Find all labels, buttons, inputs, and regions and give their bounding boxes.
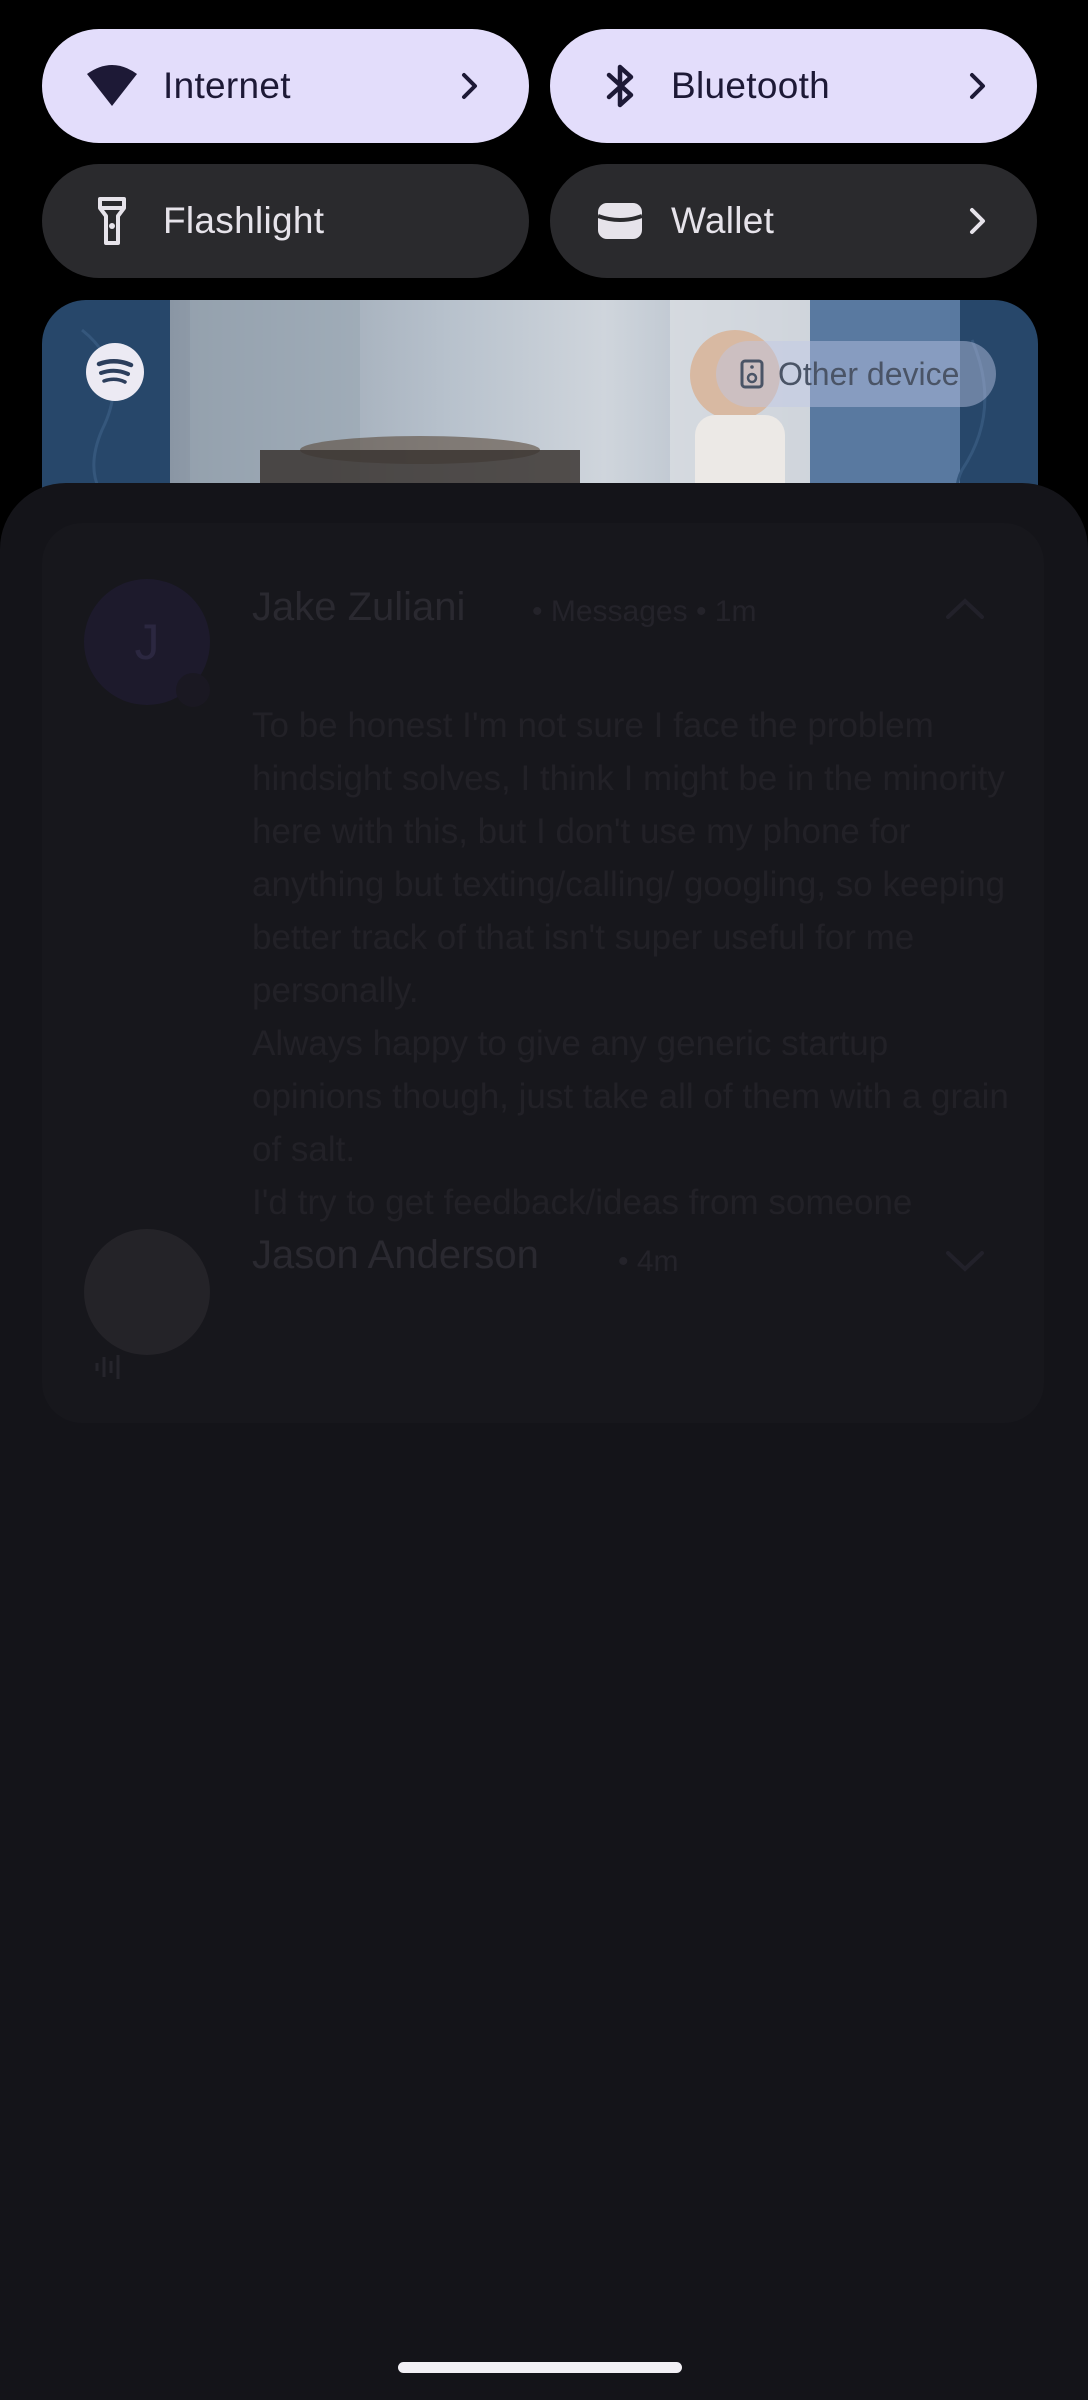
flashlight-icon xyxy=(84,193,140,249)
wallet-icon xyxy=(592,193,648,249)
speaker-icon xyxy=(740,359,764,389)
chevron-up-icon[interactable] xyxy=(942,593,988,623)
internet-label: Internet xyxy=(163,65,291,106)
notification-time: 4m xyxy=(636,1245,679,1278)
flashlight-label: Flashlight xyxy=(163,200,325,241)
messages-app-badge-icon xyxy=(176,673,210,707)
wifi-icon xyxy=(84,58,140,114)
output-device-label: Other device xyxy=(778,355,960,392)
avatar-letter: J xyxy=(134,614,160,670)
spotify-icon xyxy=(86,343,144,401)
chevron-right-icon[interactable] xyxy=(455,66,485,106)
flashlight-tile[interactable]: Flashlight xyxy=(42,164,529,278)
notification-time: 1m xyxy=(714,595,757,628)
internet-tile[interactable]: Internet xyxy=(42,29,529,143)
avatar xyxy=(84,1229,210,1355)
bluetooth-icon xyxy=(592,58,648,114)
voice-wave-icon xyxy=(95,1355,120,1379)
notification-app: Messages xyxy=(550,595,688,628)
notification-group: J Jake Zuliani • Messages • 1m To be hon… xyxy=(42,523,1044,1423)
separator: • xyxy=(532,595,543,628)
separator: • xyxy=(618,1245,629,1278)
notification-sender: Jason Anderson xyxy=(252,1233,539,1277)
notification-body[interactable]: To be honest I'm not sure I face the pro… xyxy=(252,699,1022,1289)
separator: • xyxy=(695,595,707,628)
notification-sender: Jake Zuliani xyxy=(252,585,466,629)
notification-meta: • Messages • 1m xyxy=(532,595,756,629)
output-device-chip[interactable]: Other device xyxy=(716,341,996,407)
chevron-down-icon[interactable] xyxy=(942,1245,988,1275)
chevron-right-icon[interactable] xyxy=(963,66,993,106)
chevron-right-icon[interactable] xyxy=(963,201,993,241)
wallet-label: Wallet xyxy=(671,200,775,241)
bluetooth-label: Bluetooth xyxy=(671,65,831,106)
notification-meta: • 4m xyxy=(618,1245,679,1279)
wallet-tile[interactable]: Wallet xyxy=(550,164,1037,278)
bluetooth-tile[interactable]: Bluetooth xyxy=(550,29,1037,143)
home-gesture-bar[interactable] xyxy=(398,2362,682,2373)
notification-shade: J Jake Zuliani • Messages • 1m To be hon… xyxy=(0,483,1088,2400)
